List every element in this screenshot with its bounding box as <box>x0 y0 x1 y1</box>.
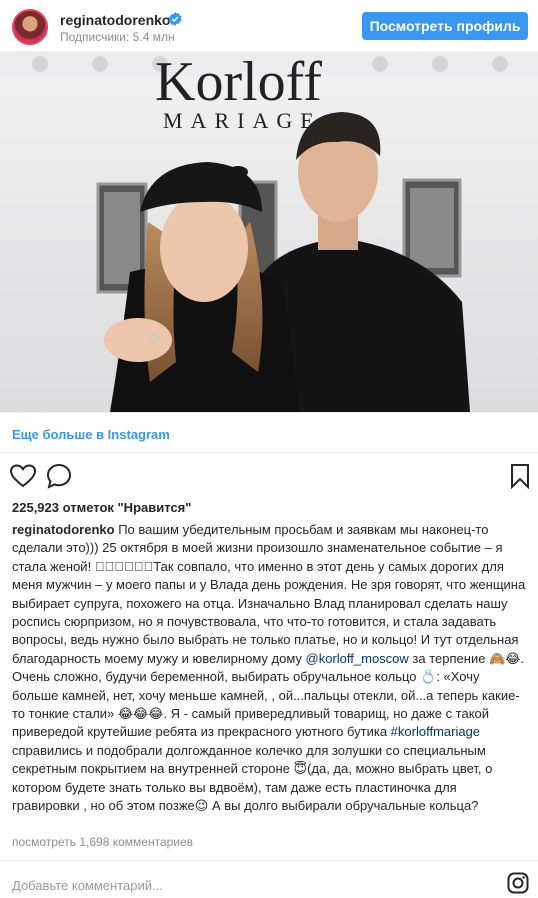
comment-input[interactable] <box>12 875 452 895</box>
verified-badge-icon <box>168 12 182 26</box>
divider <box>0 412 538 413</box>
post-photo[interactable]: Korloff MARIAGE <box>0 52 538 412</box>
brand-subtitle-text: MARIAGE <box>163 108 322 133</box>
bookmark-icon[interactable] <box>510 463 530 489</box>
username-link[interactable]: reginatodorenko <box>60 12 170 28</box>
more-instagram-link[interactable]: Еще больше в Instagram <box>12 427 170 442</box>
comment-icon[interactable] <box>46 463 72 489</box>
caption-username-link[interactable]: reginatodorenko <box>12 522 115 537</box>
instagram-logo-icon[interactable] <box>507 872 529 894</box>
caption-text: По вашим убедительным просьбам и заявкам… <box>12 522 526 666</box>
view-profile-button[interactable]: Посмотреть профиль <box>362 12 528 40</box>
likes-count: 225,923 отметок "Нравится" <box>12 500 192 515</box>
caption-hashtag-link[interactable]: #korloffmariage <box>391 724 480 739</box>
caption-text: справились и подобрали долгожданное коле… <box>12 742 493 814</box>
divider <box>0 452 538 453</box>
brand-logo-text: Korloff <box>155 52 322 113</box>
heart-icon[interactable] <box>10 464 36 488</box>
post-header: reginatodorenko Подписчики: 5.4 млн Посм… <box>0 0 538 52</box>
followers-count: Подписчики: 5.4 млн <box>60 30 175 44</box>
divider <box>0 860 538 861</box>
view-comments-link[interactable]: посмотреть 1,698 комментариев <box>12 835 193 849</box>
post-caption: reginatodorenko По вашим убедительным пр… <box>12 521 526 816</box>
caption-mention-link[interactable]: @korloff_moscow <box>306 651 409 666</box>
post-photo-illustration: Korloff MARIAGE <box>0 52 538 412</box>
avatar[interactable] <box>12 9 48 45</box>
